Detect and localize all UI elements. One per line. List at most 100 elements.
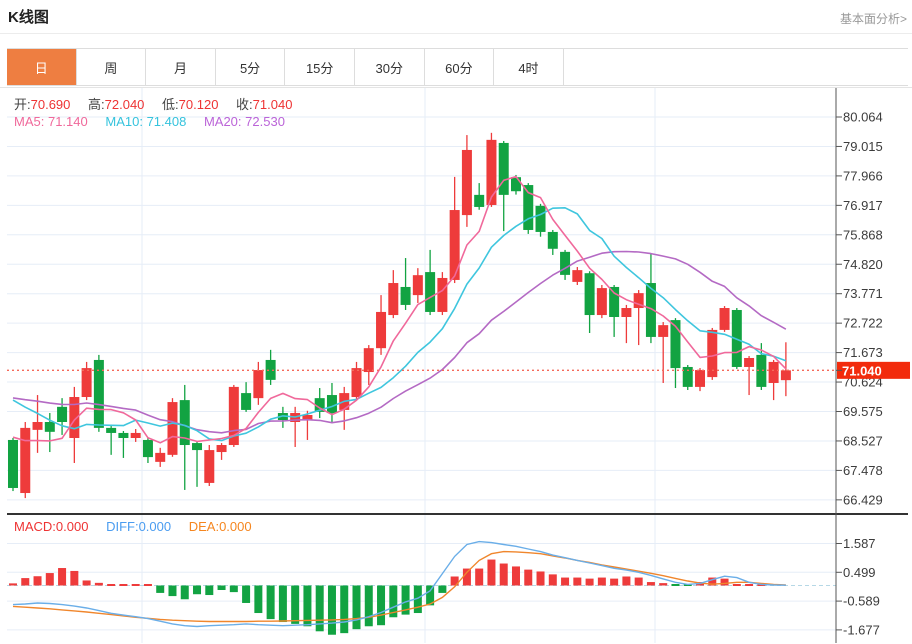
candle-body [548,232,558,249]
macd-hist-bar [95,583,103,586]
candle-body [143,440,153,457]
candle-body [572,270,582,282]
candle-body [131,433,141,438]
candle-body [45,422,55,432]
tab-15min[interactable]: 15分 [285,49,355,85]
dea-value: 0.000 [219,519,252,534]
macd-hist-bar [647,582,655,585]
macd-hist-bar [635,578,643,586]
candle-body [388,283,398,315]
candle-body [425,272,435,312]
price-axis-label: 72.722 [843,316,883,331]
macd-axis-label: 1.587 [843,536,876,551]
macd-axis-label: 0.499 [843,565,876,580]
candle-body [364,348,374,372]
macd-hist-bar [537,571,545,585]
ma10-line [13,208,786,441]
candle-body [192,443,202,450]
macd-hist-bar [168,586,176,597]
candle-body [57,407,67,422]
macd-hist-bar [156,586,164,593]
period-tabbar: 日 周 月 5分 15分 30分 60分 4时 [7,48,908,86]
tab-5min[interactable]: 5分 [216,49,286,85]
macd-hist-bar [524,570,532,586]
candle-body [695,370,705,387]
dea-line [13,552,786,622]
candle-body [376,312,386,348]
candle-body [499,143,509,195]
tab-4hour[interactable]: 4时 [494,49,564,85]
macd-hist-bar [328,586,336,635]
price-axis-label: 79.015 [843,139,883,154]
macd-label: MACD: [14,519,56,534]
macd-hist-bar [267,586,275,620]
open-value: 70.690 [31,97,71,112]
candle-body [413,275,423,295]
fundamental-analysis-link[interactable]: 基本面分析> [840,10,907,27]
macd-hist-bar [83,580,91,585]
macd-hist-bar [733,584,741,586]
candle-body [82,368,92,397]
macd-hist-bar [21,578,29,585]
tab-day[interactable]: 日 [7,49,77,85]
ma5-value: 71.140 [48,114,88,129]
candle-body [8,440,18,488]
candle-body [118,433,128,438]
macd-hist-bar [512,566,520,585]
candle-body [585,273,595,315]
tab-month[interactable]: 月 [146,49,216,85]
macd-axis-label: -1.677 [843,622,880,637]
last-price-badge-value: 71.040 [842,363,882,378]
diff-value: 0.000 [139,519,172,534]
ma5-label: MA5: [14,114,44,129]
ma10-label: MA10: [105,114,143,129]
price-axis-label: 75.868 [843,227,883,242]
macd-hist-bar [487,560,495,586]
diff-line [13,542,786,627]
candle-body [609,287,619,317]
price-axis-label: 76.917 [843,198,883,213]
macd-hist-bar [622,577,630,586]
low-value: 70.120 [179,97,219,112]
tab-week[interactable]: 周 [77,49,147,85]
ma-legend: MA5: 71.140 MA10: 71.408 MA20: 72.530 [14,114,299,129]
macd-hist-bar [353,586,361,630]
candle-body [536,206,546,232]
price-axis-label: 67.478 [843,463,883,478]
macd-hist-bar [463,569,471,586]
macd-hist-bar [254,586,262,614]
macd-hist-bar [365,586,373,627]
macd-hist-bar [107,584,115,586]
header-divider [0,33,912,34]
macd-hist-bar [721,579,729,586]
macd-axis-label: -0.589 [843,594,880,609]
candle-body [462,150,472,215]
macd-hist-bar [34,576,42,585]
high-label: 高: [88,97,105,112]
ma20-label: MA20: [204,114,242,129]
macd-hist-bar [70,571,78,586]
open-label: 开: [14,97,31,112]
candle-body [33,422,43,430]
macd-hist-bar [573,578,581,586]
candle-body [511,177,521,191]
macd-hist-bar [205,586,213,596]
tab-60min[interactable]: 60分 [425,49,495,85]
ma20-line [13,252,786,433]
tab-30min[interactable]: 30分 [355,49,425,85]
price-axis-label: 77.966 [843,168,883,183]
candle-body [437,278,447,312]
ohlc-legend: 开:70.690 高:72.040 低:70.120 收:71.040 [14,94,306,113]
candle-body [217,445,227,452]
page-title: K线图 [8,6,49,27]
macd-hist-bar [500,564,508,586]
macd-hist-bar [279,586,287,623]
high-value: 72.040 [105,97,145,112]
macd-hist-bar [340,586,348,634]
candle-body [401,287,411,305]
macd-hist-bar [377,586,385,626]
macd-hist-bar [586,579,594,586]
price-axis-label: 68.527 [843,433,883,448]
ma5-line [13,177,786,443]
price-axis-label: 74.820 [843,257,883,272]
